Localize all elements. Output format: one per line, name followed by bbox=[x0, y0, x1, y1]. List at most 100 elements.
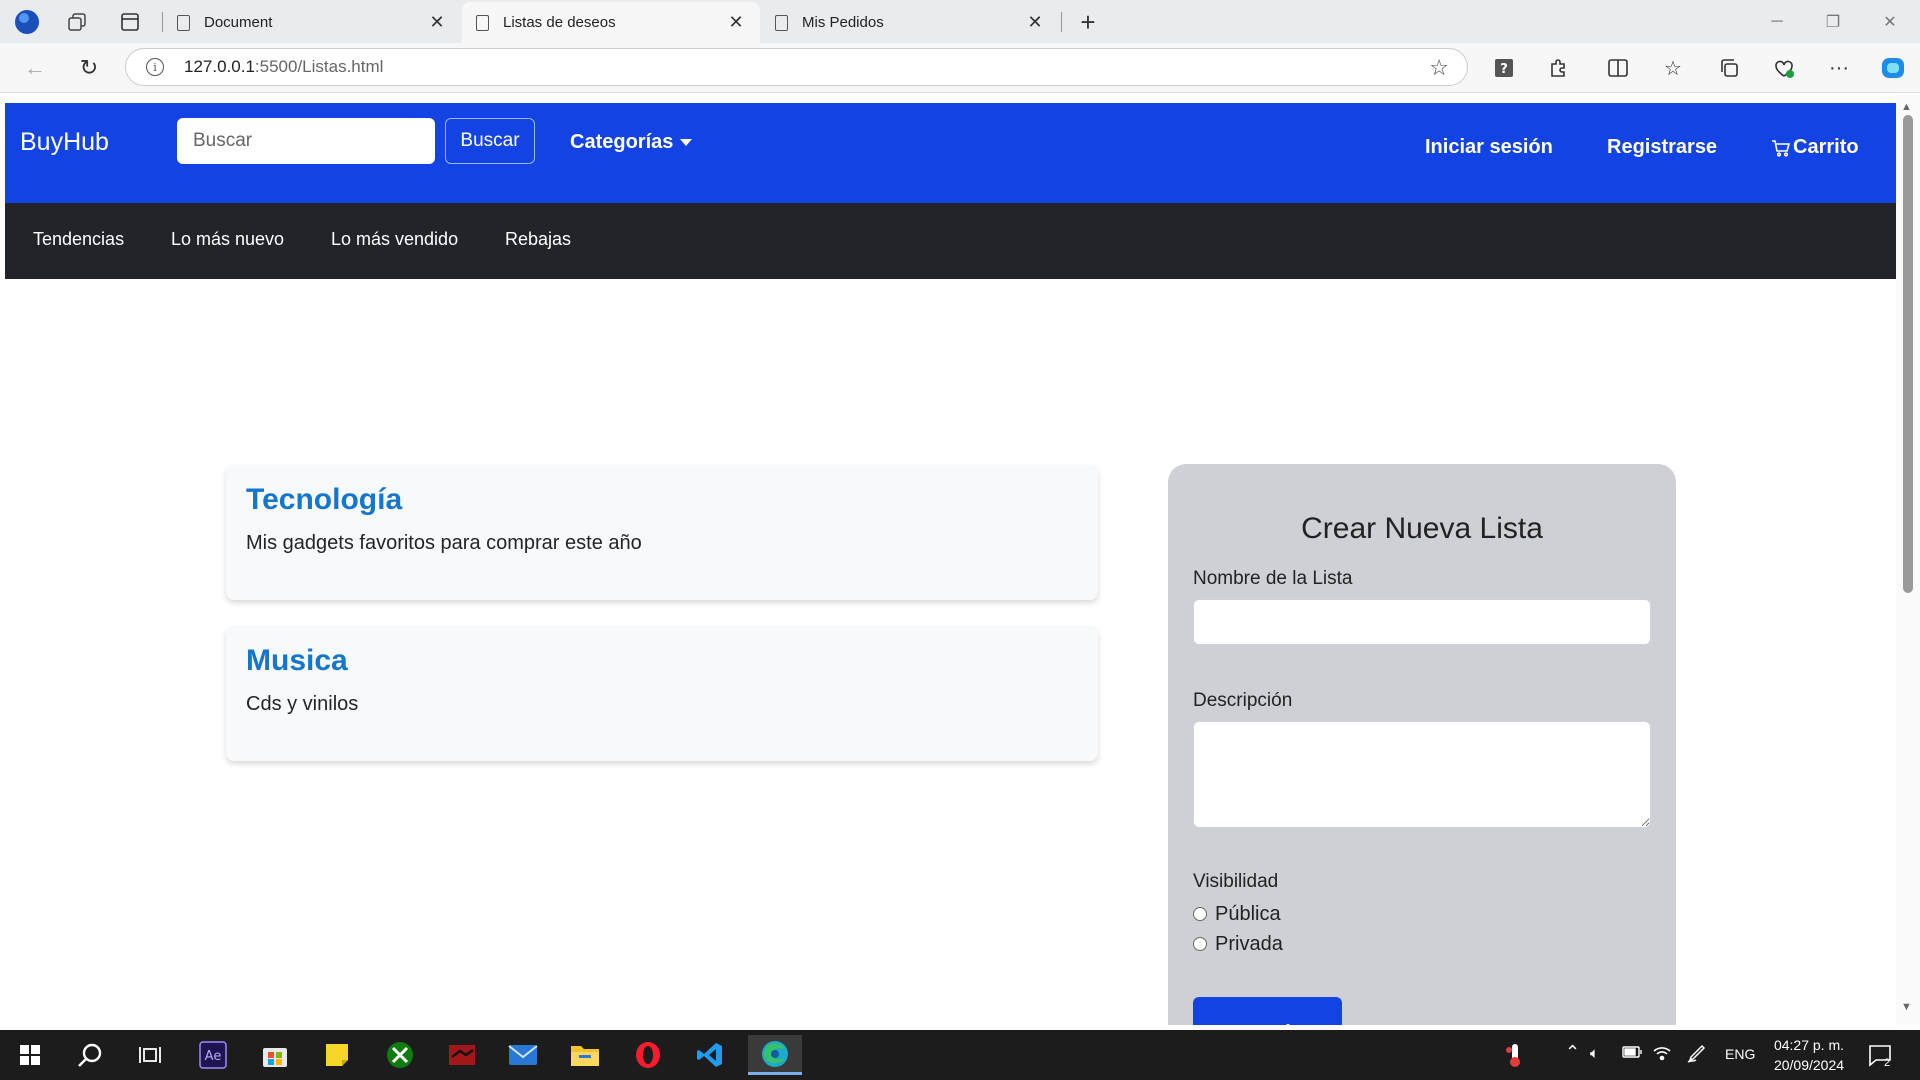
cart-icon bbox=[1772, 139, 1791, 157]
back-icon[interactable]: ← bbox=[20, 54, 50, 82]
radio-option-privada[interactable]: Privada bbox=[1193, 929, 1651, 959]
document-icon bbox=[476, 14, 489, 31]
file-explorer-icon[interactable] bbox=[561, 1035, 609, 1075]
radio-button[interactable] bbox=[1193, 907, 1207, 921]
temperature-icon[interactable] bbox=[1505, 1042, 1523, 1072]
description-label: Descripción bbox=[1193, 690, 1293, 711]
close-icon[interactable]: ✕ bbox=[726, 12, 746, 33]
help-icon[interactable]: ? bbox=[1488, 53, 1520, 83]
restore-icon[interactable]: ❐ bbox=[1813, 8, 1853, 36]
nav-link-lo-mas-nuevo[interactable]: Lo más nuevo bbox=[171, 229, 284, 250]
register-link[interactable]: Registrarse bbox=[1607, 136, 1717, 159]
main-navbar: BuyHub Buscar Categorías Iniciar sesión … bbox=[5, 103, 1896, 203]
url-path: :5500/Listas.html bbox=[254, 57, 384, 76]
brand-logo[interactable]: BuyHub bbox=[20, 128, 109, 157]
svg-text:?: ? bbox=[1500, 62, 1508, 77]
new-tab-button[interactable]: + bbox=[1074, 7, 1102, 37]
pen-input-icon[interactable] bbox=[1686, 1042, 1708, 1068]
page-scrollbar[interactable]: ▲ ▼ bbox=[1896, 95, 1920, 1025]
close-window-icon[interactable]: ✕ bbox=[1870, 8, 1910, 36]
extensions-icon[interactable] bbox=[1543, 53, 1575, 83]
document-icon bbox=[177, 14, 190, 31]
scroll-down-icon[interactable]: ▼ bbox=[1901, 1001, 1912, 1013]
sticky-notes-icon[interactable] bbox=[313, 1035, 361, 1075]
wishlist-description: Cds y vinilos bbox=[246, 693, 359, 715]
battery-icon[interactable] bbox=[1622, 1045, 1642, 1063]
reload-icon[interactable]: ↻ bbox=[74, 54, 104, 82]
document-icon bbox=[775, 14, 788, 31]
categories-label: Categorías bbox=[570, 131, 674, 153]
search-input[interactable] bbox=[177, 118, 435, 164]
description-textarea[interactable] bbox=[1193, 721, 1651, 828]
favorites-icon[interactable]: ☆ bbox=[1657, 53, 1689, 83]
scroll-up-icon[interactable]: ▲ bbox=[1901, 101, 1912, 113]
tab-listas-de-deseos[interactable]: Listas de deseos ✕ bbox=[462, 2, 760, 43]
clock-time: 04:27 p. m. bbox=[1773, 1037, 1845, 1053]
close-icon[interactable]: ✕ bbox=[1025, 12, 1045, 33]
vertical-tabs-icon[interactable] bbox=[116, 8, 144, 36]
wishlist-card[interactable]: Tecnología Mis gadgets favoritos para co… bbox=[226, 465, 1098, 600]
wifi-icon[interactable] bbox=[1652, 1043, 1672, 1065]
clock-date: 20/09/2024 bbox=[1773, 1057, 1845, 1073]
notification-count: 2 bbox=[1884, 1057, 1891, 1069]
more-options-icon[interactable]: ··· bbox=[1823, 53, 1855, 83]
microsoft-store-icon[interactable] bbox=[251, 1035, 299, 1075]
opera-icon[interactable] bbox=[624, 1035, 672, 1075]
split-screen-icon[interactable] bbox=[1602, 53, 1634, 83]
tab-title: Mis Pedidos bbox=[802, 14, 884, 31]
collections-icon[interactable] bbox=[1713, 53, 1745, 83]
task-view-icon[interactable] bbox=[126, 1035, 174, 1075]
radio-label: Privada bbox=[1215, 932, 1283, 955]
login-link[interactable]: Iniciar sesión bbox=[1425, 136, 1553, 159]
browser-profile-icon[interactable] bbox=[13, 8, 41, 36]
wishlist-title[interactable]: Musica bbox=[246, 644, 1078, 678]
search-button[interactable]: Buscar bbox=[445, 118, 535, 164]
url-host: 127.0.0.1 bbox=[184, 57, 255, 76]
browser-toolbar: ← ↻ i 127.0.0.1:5500/Listas.html ☆ ? ☆ ·… bbox=[0, 43, 1920, 93]
web-page: BuyHub Buscar Categorías Iniciar sesión … bbox=[5, 103, 1896, 1025]
info-icon[interactable]: i bbox=[146, 58, 164, 76]
address-bar[interactable]: i 127.0.0.1:5500/Listas.html ☆ bbox=[125, 48, 1468, 86]
categories-dropdown[interactable]: Categorías bbox=[570, 131, 693, 154]
edge-icon[interactable] bbox=[748, 1035, 802, 1075]
create-list-form: Crear Nueva Lista Nombre de la Lista Des… bbox=[1168, 464, 1676, 1025]
wishlist-card[interactable]: Musica Cds y vinilos bbox=[226, 626, 1098, 761]
browser-tab-strip: Document ✕ Listas de deseos ✕ Mis Pedido… bbox=[0, 0, 1920, 43]
volume-icon[interactable]: 🔈︎ bbox=[1590, 1045, 1599, 1062]
cart-label: Carrito bbox=[1793, 136, 1859, 158]
system-clock[interactable]: 04:27 p. m. 20/09/2024 bbox=[1766, 1035, 1852, 1075]
radio-label: Pública bbox=[1215, 902, 1281, 925]
windows-taskbar: Ae ⌃ 🔈︎ ENG 04:27 p. m. 20/09/2024 2 bbox=[0, 1030, 1920, 1080]
tab-mis-pedidos[interactable]: Mis Pedidos ✕ bbox=[761, 2, 1059, 43]
radio-button[interactable] bbox=[1193, 937, 1207, 951]
wishlist-title[interactable]: Tecnología bbox=[246, 483, 1078, 517]
caret-down-icon bbox=[680, 139, 693, 146]
minimize-icon[interactable]: ─ bbox=[1757, 8, 1797, 36]
search-icon[interactable] bbox=[66, 1035, 114, 1075]
close-icon[interactable]: ✕ bbox=[427, 12, 447, 33]
nav-link-rebajas[interactable]: Rebajas bbox=[505, 229, 571, 250]
favorite-star-icon[interactable]: ☆ bbox=[1429, 55, 1449, 81]
after-effects-icon[interactable]: Ae bbox=[189, 1035, 237, 1075]
workspaces-icon[interactable] bbox=[63, 8, 91, 36]
game-app-icon[interactable] bbox=[438, 1035, 486, 1075]
vscode-icon[interactable] bbox=[686, 1035, 734, 1075]
radio-option-publica[interactable]: Pública bbox=[1193, 899, 1651, 929]
list-name-input[interactable] bbox=[1193, 599, 1651, 645]
windows-start-icon[interactable] bbox=[6, 1035, 54, 1075]
secondary-navbar: Tendencias Lo más nuevo Lo más vendido R… bbox=[5, 203, 1896, 279]
copilot-icon[interactable] bbox=[1877, 53, 1909, 83]
language-indicator[interactable]: ENG bbox=[1725, 1046, 1755, 1062]
nav-link-tendencias[interactable]: Tendencias bbox=[33, 229, 124, 250]
create-list-button[interactable]: Crear Lista bbox=[1193, 997, 1342, 1025]
mail-icon[interactable] bbox=[499, 1035, 547, 1075]
xbox-icon[interactable] bbox=[376, 1035, 424, 1075]
tab-document[interactable]: Document ✕ bbox=[163, 2, 461, 43]
cart-link[interactable]: Carrito bbox=[1771, 136, 1859, 159]
visibility-label: Visibilidad bbox=[1193, 871, 1279, 892]
show-hidden-icons-icon[interactable]: ⌃ bbox=[1565, 1042, 1580, 1063]
scroll-thumb[interactable] bbox=[1903, 115, 1913, 593]
wishlist-description: Mis gadgets favoritos para comprar este … bbox=[246, 532, 642, 554]
browser-essentials-icon[interactable] bbox=[1768, 53, 1800, 83]
nav-link-lo-mas-vendido[interactable]: Lo más vendido bbox=[331, 229, 458, 250]
